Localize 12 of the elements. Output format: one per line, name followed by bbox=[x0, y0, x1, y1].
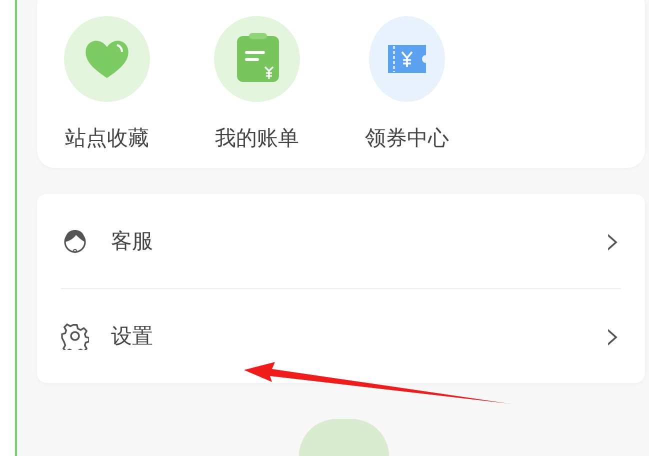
menu-label: 设置 bbox=[111, 323, 154, 350]
clipboard-bill-icon[interactable] bbox=[214, 16, 300, 102]
shortcut-label[interactable]: 我的账单 bbox=[215, 124, 299, 152]
menu-item[interactable]: 设置 › bbox=[61, 289, 621, 384]
person-headset-icon bbox=[61, 227, 89, 256]
settings-icon bbox=[61, 322, 89, 350]
shortcut-label[interactable]: 领券中心 bbox=[365, 124, 449, 152]
menu-label: 客服 bbox=[111, 228, 154, 256]
chevron-icon: › bbox=[605, 316, 621, 356]
chevron-icon: › bbox=[605, 221, 621, 262]
menu-item[interactable]: 客服 › bbox=[61, 194, 621, 288]
shortcut-label[interactable]: 站点收藏 bbox=[65, 124, 149, 152]
